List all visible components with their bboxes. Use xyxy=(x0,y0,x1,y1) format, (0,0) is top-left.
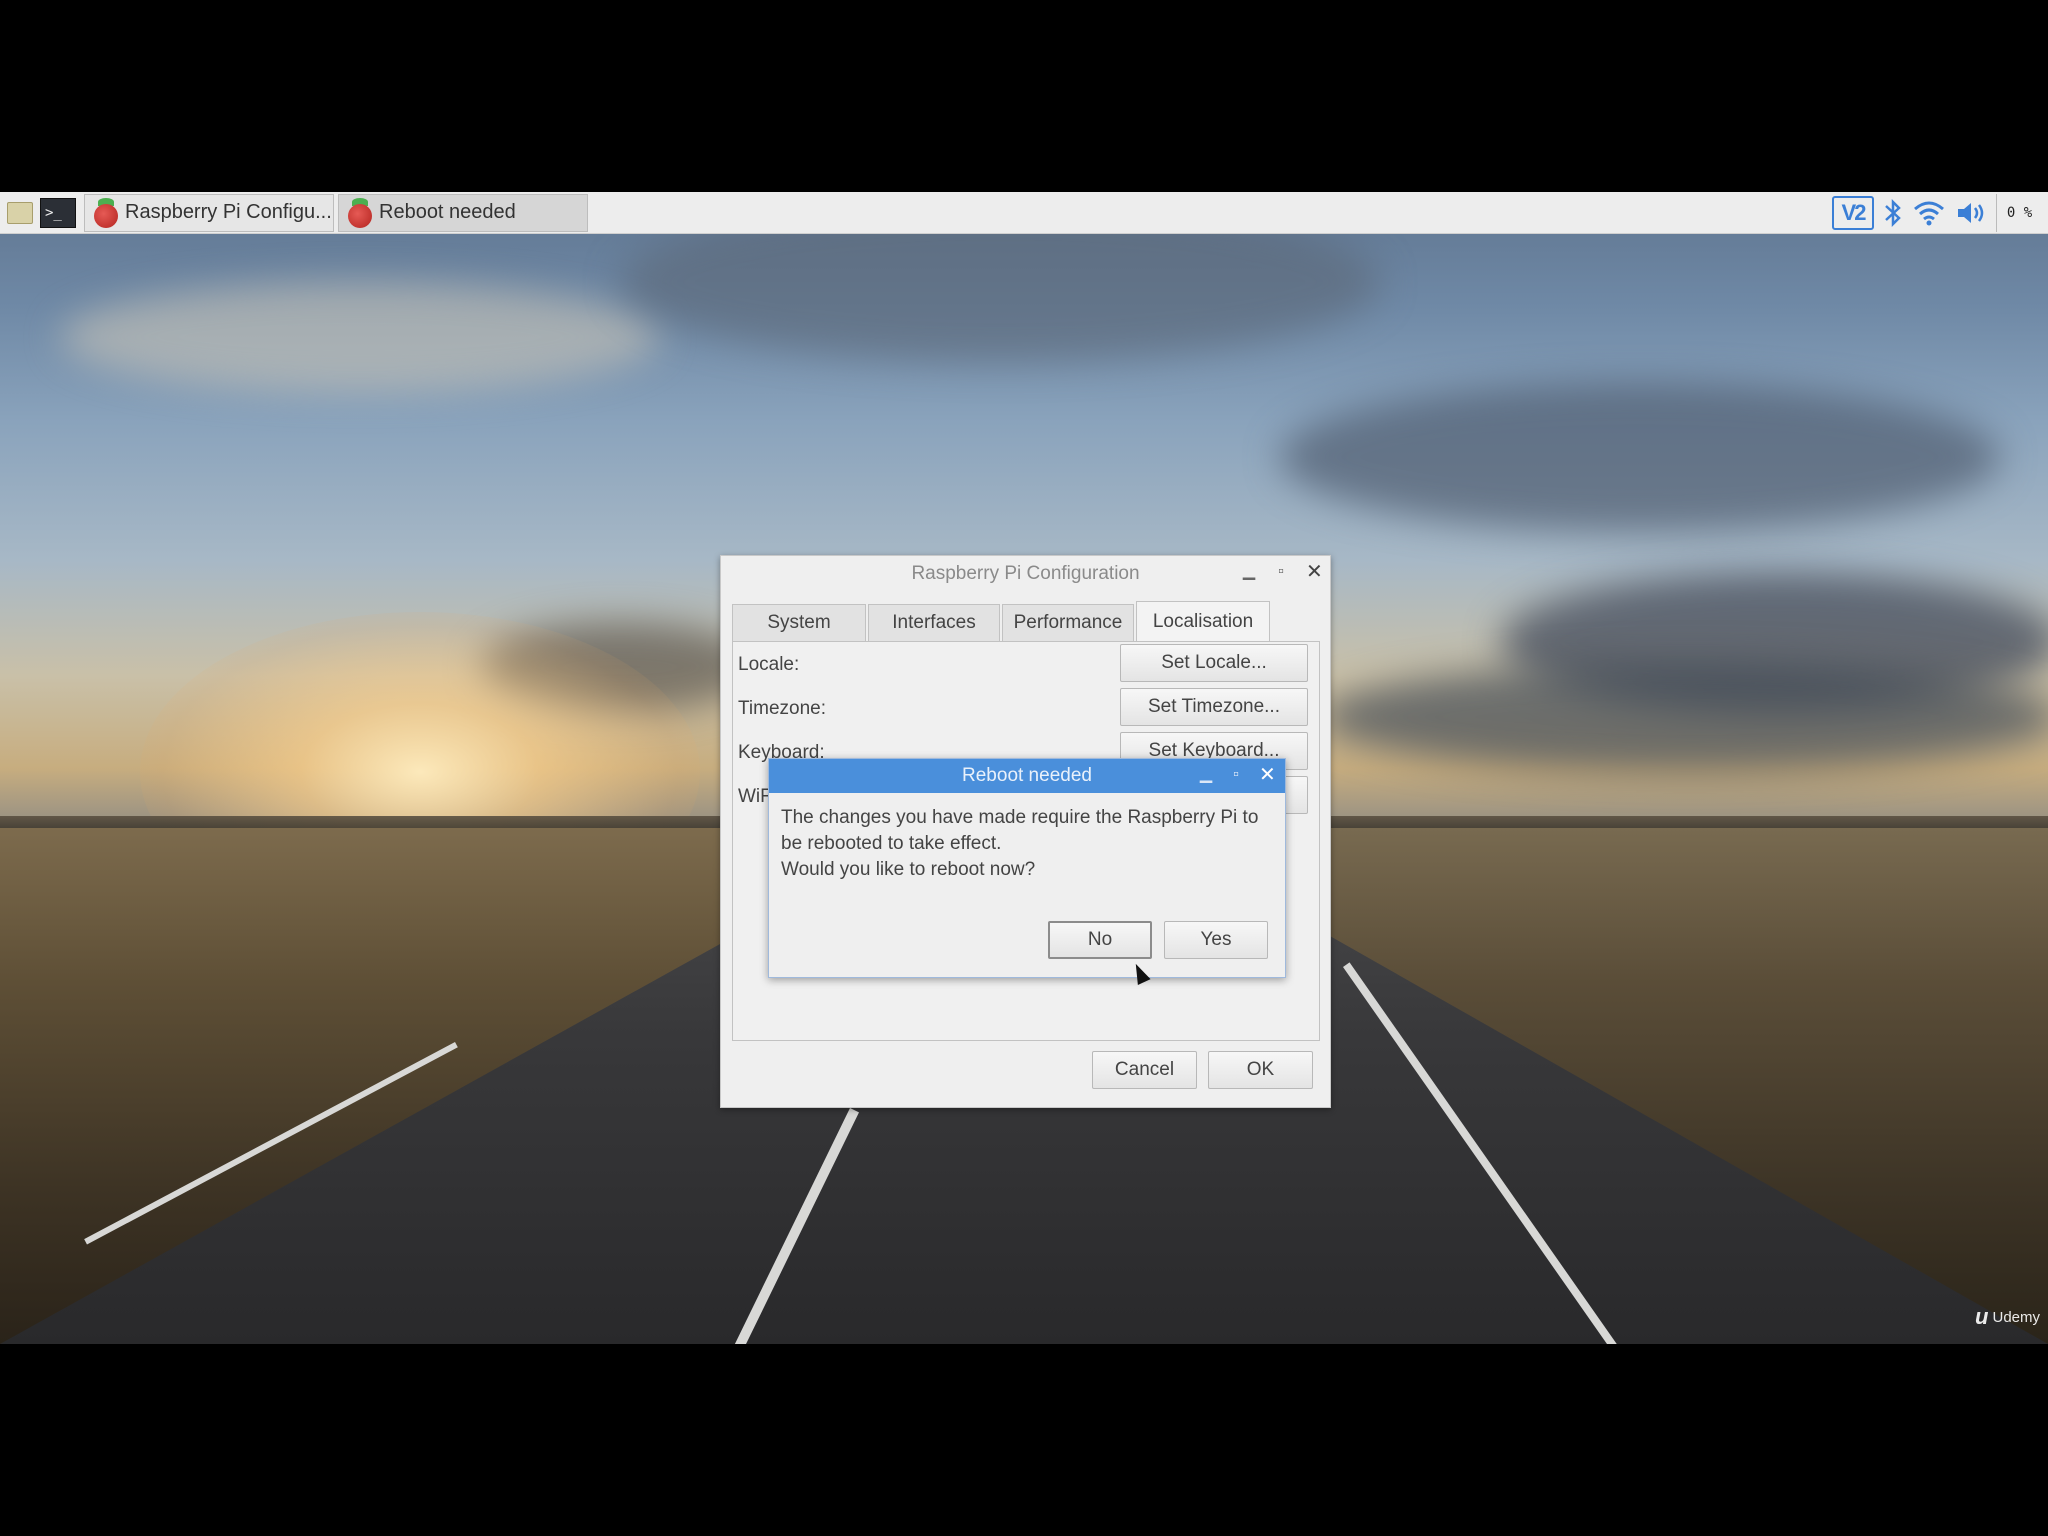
cpu-monitor[interactable]: 0 % xyxy=(1996,193,2042,232)
reboot-dialog-title: Reboot needed xyxy=(962,765,1092,786)
terminal-launcher[interactable]: >_ xyxy=(40,196,76,230)
wallpaper-cloud xyxy=(1280,382,2000,532)
no-button[interactable]: No xyxy=(1048,921,1152,959)
reboot-question: Would you like to reboot now? xyxy=(781,859,1036,880)
config-tabs: System Interfaces Performance Localisati… xyxy=(732,601,1270,641)
close-icon[interactable]: ✕ xyxy=(1259,763,1276,787)
file-manager-launcher[interactable] xyxy=(2,196,38,230)
tab-interfaces[interactable]: Interfaces xyxy=(868,604,1000,641)
udemy-watermark-text: Udemy xyxy=(1992,1308,2040,1326)
maximize-icon[interactable]: ▫ xyxy=(1274,560,1288,584)
cancel-button[interactable]: Cancel xyxy=(1092,1051,1197,1089)
vnc-icon[interactable]: V2 xyxy=(1832,195,1874,230)
taskbar-task-label: Reboot needed xyxy=(379,201,516,223)
minimize-icon[interactable]: ▁ xyxy=(1242,560,1256,584)
tab-system[interactable]: System xyxy=(732,604,866,641)
tab-performance[interactable]: Performance xyxy=(1002,604,1134,641)
close-icon[interactable]: ✕ xyxy=(1306,560,1323,584)
set-locale-button[interactable]: Set Locale... xyxy=(1120,644,1308,682)
set-timezone-button[interactable]: Set Timezone... xyxy=(1120,688,1308,726)
config-window-title: Raspberry Pi Configuration xyxy=(911,563,1140,584)
raspberry-pi-icon xyxy=(93,197,119,228)
tab-localisation[interactable]: Localisation xyxy=(1136,601,1270,641)
config-window-titlebar[interactable]: Raspberry Pi Configuration ▁ ▫ ✕ xyxy=(721,556,1330,592)
taskbar-task-reboot[interactable]: Reboot needed xyxy=(338,193,588,232)
taskbar-task-label: Raspberry Pi Configu... xyxy=(125,201,332,223)
maximize-icon[interactable]: ▫ xyxy=(1229,763,1243,787)
system-tray: V2 0 % xyxy=(1832,192,2048,234)
taskbar-task-config[interactable]: Raspberry Pi Configu... xyxy=(84,193,334,232)
reboot-message: The changes you have made require the Ra… xyxy=(781,807,1259,854)
udemy-watermark: u Udemy xyxy=(1975,1304,2040,1330)
volume-icon[interactable] xyxy=(1954,194,1988,232)
udemy-logo-icon: u xyxy=(1975,1304,1989,1329)
dialog-window-controls: ▁ ▫ ✕ xyxy=(1199,763,1276,787)
raspberry-pi-icon xyxy=(347,197,373,228)
wallpaper-cloud xyxy=(1320,662,2048,772)
wallpaper-cloud xyxy=(60,282,660,392)
minimize-icon[interactable]: ▁ xyxy=(1199,763,1213,787)
folder-icon xyxy=(7,201,33,224)
reboot-dialog: Reboot needed ▁ ▫ ✕ The changes you have… xyxy=(768,758,1286,978)
taskbar: >_ Raspberry Pi Configu... Reboot needed… xyxy=(0,192,2048,234)
bluetooth-icon[interactable] xyxy=(1882,194,1904,232)
window-controls: ▁ ▫ ✕ xyxy=(1242,560,1323,584)
wifi-icon[interactable] xyxy=(1912,194,1946,232)
terminal-icon: >_ xyxy=(40,197,76,228)
locale-label: Locale: xyxy=(738,654,800,675)
reboot-dialog-titlebar[interactable]: Reboot needed ▁ ▫ ✕ xyxy=(769,759,1285,793)
ok-button[interactable]: OK xyxy=(1208,1051,1313,1089)
yes-button[interactable]: Yes xyxy=(1164,921,1268,959)
timezone-label: Timezone: xyxy=(738,698,826,719)
